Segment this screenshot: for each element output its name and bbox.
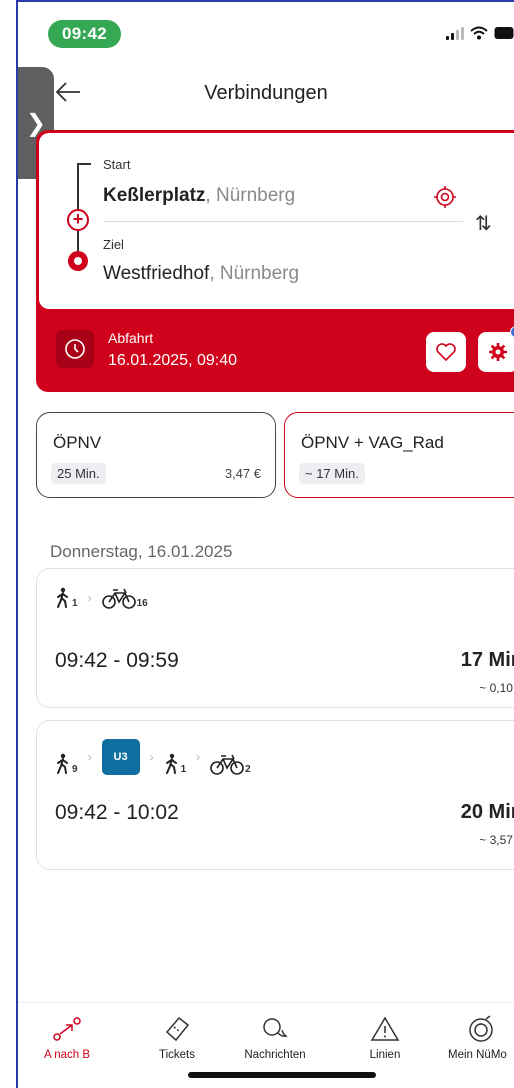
origin-marker-icon: + (67, 209, 89, 231)
bike-minutes: 2 (245, 764, 251, 775)
destination-label: Ziel (103, 237, 124, 252)
route-line-cap (77, 163, 91, 165)
mode-tab-opnv-bike[interactable]: ÖPNV + VAG_Rad ~ 17 Min. - (284, 412, 514, 498)
connection-time: 09:42 - 09:59 (55, 649, 179, 672)
walk-icon (57, 587, 68, 608)
leg-separator-icon: › (196, 750, 201, 764)
mode-title: ÖPNV (53, 433, 102, 452)
bike-leg: 2 (210, 753, 251, 775)
status-bar: 09:42 (18, 2, 514, 62)
walk-minutes: 9 (72, 764, 78, 775)
bike-icon (210, 754, 244, 775)
mode-price: 3,47 € (224, 466, 261, 481)
departure-time-button[interactable] (56, 330, 94, 368)
mode-tab-opnv[interactable]: ÖPNV 25 Min. 3,47 € (36, 412, 276, 498)
walk-minutes: 1 (72, 598, 78, 609)
leg-separator-icon: › (87, 750, 92, 764)
page-title: Verbindungen (204, 82, 328, 104)
warning-icon (340, 1013, 430, 1045)
destination-city: , Nürnberg (209, 263, 300, 284)
header: Verbindungen (18, 70, 514, 120)
swap-icon: ⇅ (475, 213, 492, 235)
walk-icon (165, 753, 177, 774)
connection-card[interactable]: 9 › U3 › 1 › 2 09:42 - 10:02 20 Min ~ 3,… (36, 720, 514, 870)
status-time: 09:42 (48, 20, 121, 48)
connection-price: ~ 3,57 € (479, 833, 514, 847)
start-stop: Keßlerplatz (103, 185, 206, 206)
walk-leg: 1 (164, 753, 187, 775)
profile-icon (448, 1013, 514, 1045)
bike-minutes: 16 (136, 598, 148, 609)
route-card: + Start Keßlerplatz, Nürnberg ⇅ Ziel Wes… (36, 130, 514, 392)
mode-title: ÖPNV + VAG_Rad (301, 433, 444, 452)
heart-icon (436, 343, 456, 362)
start-label: Start (103, 157, 131, 172)
destination-marker-icon (68, 251, 88, 271)
bike-leg: 16 (101, 587, 148, 609)
nav-label: Linien (369, 1049, 401, 1061)
nav-label: Nachrichten (244, 1049, 306, 1061)
location-target-icon (434, 186, 456, 208)
chat-icon (230, 1013, 320, 1045)
day-heading: Donnerstag, 16.01.2025 (50, 542, 233, 561)
leg-separator-icon: › (87, 591, 92, 605)
wifi-icon (470, 26, 488, 40)
battery-icon (494, 26, 514, 40)
mode-duration: 25 Min. (51, 463, 106, 484)
departure-value[interactable]: 16.01.2025, 09:40 (108, 352, 237, 370)
field-divider (103, 221, 463, 222)
walk-minutes: 1 (180, 764, 187, 775)
nav-linien[interactable]: Linien (340, 1013, 430, 1061)
app-screen: 09:42 ❯ Verbindungen + Start Keßlerplatz… (16, 0, 514, 1088)
leg-separator-icon: › (149, 750, 154, 764)
connection-time: 09:42 - 10:02 (55, 801, 179, 824)
nav-tickets[interactable]: Tickets (132, 1013, 222, 1061)
signal-icon (446, 27, 464, 40)
start-field[interactable]: Keßlerplatz, Nürnberg (103, 185, 295, 207)
route-inputs: + Start Keßlerplatz, Nürnberg ⇅ Ziel Wes… (39, 133, 514, 309)
start-city: , Nürnberg (205, 185, 296, 206)
connection-legs: 9 › U3 › 1 › 2 (55, 739, 251, 775)
nav-label: Tickets (159, 1049, 195, 1061)
settings-button[interactable] (478, 332, 514, 372)
gear-icon (489, 343, 507, 361)
current-location-button[interactable] (433, 185, 457, 214)
destination-stop: Westfriedhof (103, 263, 210, 284)
nav-label: A nach B (43, 1049, 91, 1061)
connection-duration: 20 Min (460, 801, 514, 823)
nav-a-nach-b[interactable]: A nach B (22, 1013, 112, 1061)
swap-button[interactable]: ⇅ (475, 211, 492, 236)
connection-legs: 1 › 16 (55, 587, 148, 609)
system-icons (446, 26, 514, 40)
connection-price: ~ 0,10 € (479, 681, 514, 695)
route-icon (22, 1013, 112, 1045)
departure-label: Abfahrt (108, 330, 154, 346)
connection-card[interactable]: 1 › 16 09:42 - 09:59 17 Min ~ 0,10 € (36, 568, 514, 708)
walk-leg: 9 (55, 753, 78, 775)
connection-duration: 17 Min (460, 649, 514, 671)
nav-mein-numo[interactable]: Mein NüMo (442, 1013, 514, 1061)
ticket-icon (132, 1013, 222, 1045)
bike-icon (101, 588, 136, 609)
clock-icon (65, 339, 85, 359)
favorite-button[interactable] (426, 332, 466, 372)
nav-label: Mein NüMo (448, 1049, 507, 1061)
mode-duration: ~ 17 Min. (299, 463, 365, 484)
nav-nachrichten[interactable]: Nachrichten (230, 1013, 320, 1061)
home-indicator (188, 1072, 376, 1078)
walk-leg: 1 (55, 587, 78, 609)
line-badge-u3: U3 (101, 739, 140, 775)
destination-field[interactable]: Westfriedhof, Nürnberg (103, 263, 299, 285)
walk-icon (57, 753, 68, 774)
